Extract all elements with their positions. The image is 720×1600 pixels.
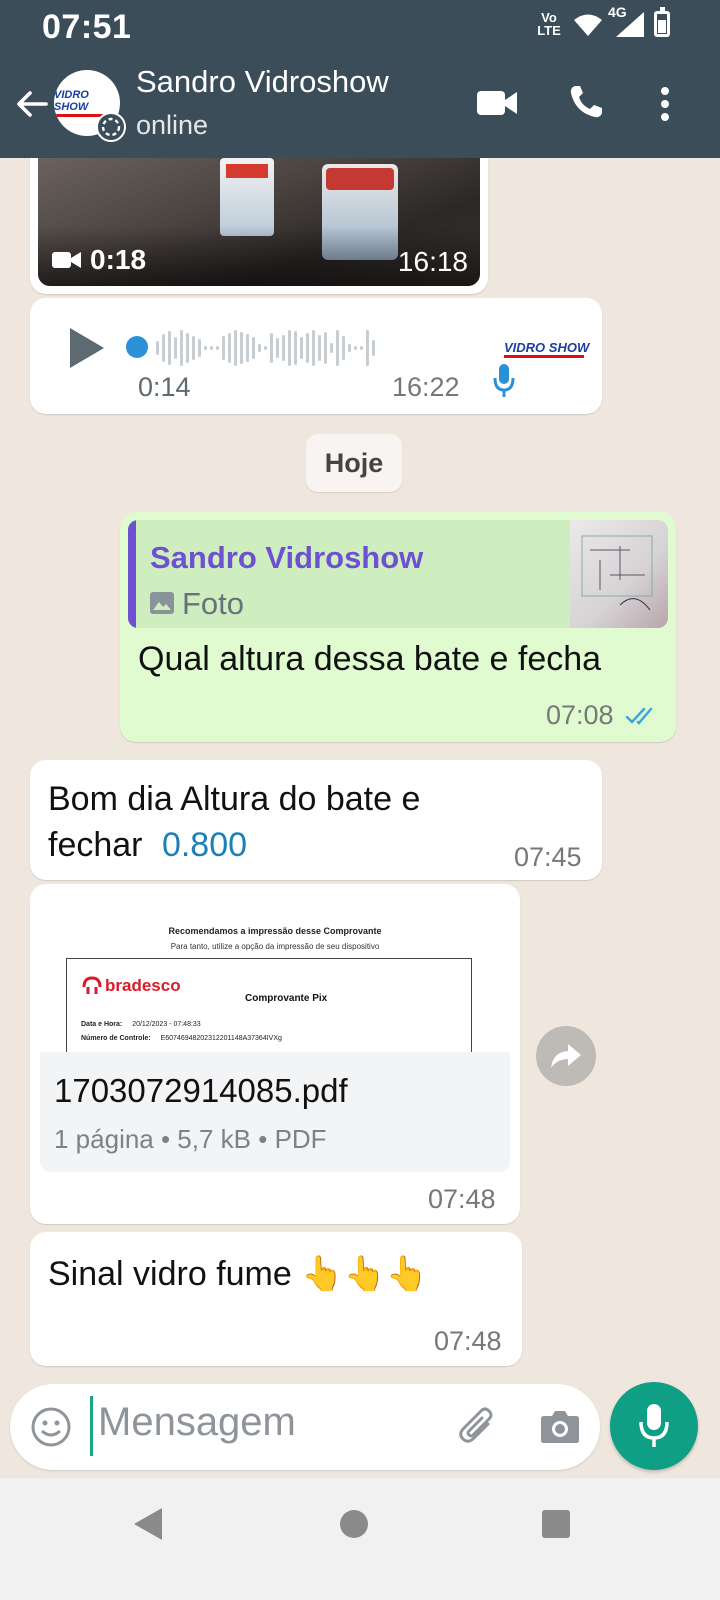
quoted-message[interactable]: Sandro Vidroshow Foto <box>128 520 668 628</box>
nav-back-icon[interactable] <box>132 1506 164 1542</box>
date-divider: Hoje <box>306 434 402 492</box>
voice-record-button[interactable] <box>610 1382 698 1470</box>
text-caret <box>90 1396 93 1456</box>
app-header: 07:51 Vo LTE 4G VIDRO SHOW Sandro Vidros… <box>0 0 720 158</box>
video-thumbnail[interactable]: 0:18 16:18 <box>38 158 480 286</box>
outgoing-message[interactable]: Sandro Vidroshow Foto Qual altura dessa … <box>120 512 676 742</box>
camera-icon[interactable] <box>540 1408 580 1444</box>
play-icon[interactable] <box>68 326 106 370</box>
status-icons: Vo LTE 4G <box>534 4 670 38</box>
playback-position-dot[interactable] <box>126 336 148 358</box>
contact-name[interactable]: Sandro Vidroshow <box>136 64 389 100</box>
message-text: Sinal vidro fume 👆👆👆 <box>48 1255 429 1293</box>
nav-recents-icon[interactable] <box>542 1510 570 1538</box>
forward-icon <box>551 1044 581 1068</box>
video-duration: 0:18 <box>52 244 146 276</box>
message-time: 07:48 <box>428 1184 496 1214</box>
status-ring-icon <box>96 112 126 142</box>
video-message[interactable]: 0:18 16:18 <box>30 158 488 294</box>
incoming-message[interactable]: Sinal vidro fume 👆👆👆 07:48 <box>30 1232 522 1366</box>
read-ticks-icon <box>626 707 653 725</box>
document-meta: 1 página • 5,7 kB • PDF <box>54 1124 327 1154</box>
audio-elapsed: 0:14 <box>138 372 191 402</box>
voice-message[interactable]: 0:14 16:22 VIDRO SHOW <box>30 298 602 414</box>
wifi-icon <box>572 14 602 36</box>
message-time: 16:22 <box>392 372 460 402</box>
attach-icon[interactable] <box>458 1404 498 1448</box>
battery-icon <box>654 7 670 37</box>
sender-logo: VIDRO SHOW <box>504 340 589 358</box>
message-time: 16:18 <box>397 246 468 277</box>
status-time: 07:51 <box>42 8 132 46</box>
document-message[interactable]: Recomendamos a impressão desse Comprovan… <box>30 884 520 1224</box>
network-type: 4G <box>608 4 627 20</box>
quoted-photo-thumbnail <box>570 520 668 628</box>
audio-waveform[interactable] <box>156 330 375 366</box>
video-camera-icon <box>52 252 81 268</box>
chat-area[interactable]: 0:18 16:18 0:14 16:22 VIDRO SHOW Hoje Sa… <box>0 158 720 1380</box>
cell-signal-icon: 4G <box>608 4 646 38</box>
nav-home-icon[interactable] <box>340 1510 368 1538</box>
contact-status: online <box>136 110 209 140</box>
message-input[interactable]: Mensagem <box>98 1400 296 1445</box>
system-navigation-bar <box>0 1478 720 1600</box>
message-text: Qual altura dessa bate e fecha <box>138 640 602 678</box>
measurement-value: 0.800 <box>161 826 248 864</box>
message-time: 07:48 <box>434 1326 502 1356</box>
document-preview[interactable]: Recomendamos a impressão desse Comprovan… <box>40 894 510 1052</box>
volte-indicator: Vo LTE <box>537 10 561 38</box>
phone-icon[interactable] <box>568 84 604 120</box>
incoming-message[interactable]: Bom dia Altura do bate e fechar 0.800 07… <box>30 760 602 880</box>
emoji-icon[interactable] <box>30 1406 72 1448</box>
message-time: 07:08 <box>546 700 614 730</box>
mic-icon <box>639 1404 669 1447</box>
message-time: 07:45 <box>514 842 582 872</box>
video-call-icon[interactable] <box>476 88 518 118</box>
quoted-type: Foto <box>182 586 245 621</box>
image-icon <box>150 592 174 614</box>
document-filename: 1703072914085.pdf <box>54 1072 348 1109</box>
document-info[interactable]: 1703072914085.pdf 1 página • 5,7 kB • PD… <box>40 1052 510 1172</box>
forward-button[interactable] <box>536 1026 596 1086</box>
quoted-sender: Sandro Vidroshow <box>150 540 424 575</box>
mic-icon <box>493 364 515 397</box>
bank-logo: bradesco <box>81 975 181 997</box>
back-arrow-icon[interactable] <box>12 84 52 124</box>
message-composer[interactable]: Mensagem <box>10 1384 600 1470</box>
message-text: Bom dia Altura do bate e fechar 0.800 <box>48 780 421 864</box>
more-vert-icon[interactable] <box>658 86 672 122</box>
